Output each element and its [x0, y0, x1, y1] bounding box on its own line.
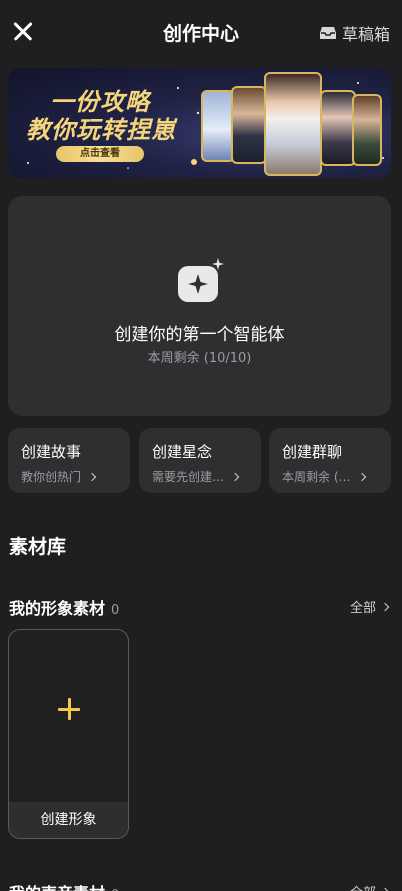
quick-action-subtitle-row: 本周剩余 (…	[282, 468, 391, 485]
character-card-image	[264, 72, 322, 176]
quick-action-subtitle: 本周剩余 (…	[282, 470, 351, 484]
chevron-right-icon	[230, 472, 240, 481]
chevron-right-icon	[357, 472, 366, 481]
banner-view-button[interactable]: 点击查看	[56, 146, 144, 162]
chevron-right-icon	[87, 472, 97, 481]
create-image-label: 创建形象	[9, 802, 128, 838]
quick-action-subtitle: 需要先创建…	[152, 470, 225, 484]
inbox-icon	[319, 27, 336, 39]
voice-assets-header: 我的声音素材 0	[9, 880, 119, 891]
image-assets-header: 我的形象素材 0	[9, 595, 119, 619]
chevron-right-icon	[380, 602, 390, 611]
quick-action-title: 创建故事	[21, 443, 82, 461]
see-all-label: 全部	[350, 882, 376, 891]
create-story-button[interactable]: 创建故事 教你创热门	[8, 428, 130, 493]
library-title: 素材库	[9, 536, 67, 558]
drafts-button[interactable]: 草稿箱	[319, 21, 390, 45]
quick-action-title: 创建群聊	[282, 443, 343, 461]
chevron-right-icon	[380, 887, 390, 891]
top-bar: 创作中心 草稿箱	[0, 0, 402, 62]
plus-icon	[58, 698, 80, 720]
quick-action-subtitle: 教你创热门	[21, 470, 82, 484]
voice-assets-see-all[interactable]: 全部	[350, 882, 390, 891]
guide-banner[interactable]: 一份攻略 教你玩转捏崽 点击查看	[8, 68, 391, 178]
banner-subheadline: 教你玩转捏崽	[26, 116, 176, 144]
weekly-quota: 本周剩余 (10/10)	[147, 351, 252, 366]
quick-action-subtitle-row: 教你创热门	[21, 468, 130, 485]
create-agent-title: 创建你的第一个智能体	[114, 325, 285, 345]
quick-action-title: 创建星念	[152, 443, 213, 461]
image-assets-see-all[interactable]: 全部	[349, 597, 390, 616]
create-group-chat-button[interactable]: 创建群聊 本周剩余 (…	[269, 428, 391, 493]
character-card-image	[320, 90, 356, 166]
sparkle-icon	[178, 258, 224, 302]
create-agent-card[interactable]: 创建你的第一个智能体 本周剩余 (10/10)	[8, 196, 391, 416]
image-assets-title: 我的形象素材	[9, 599, 106, 618]
character-card-image	[231, 86, 267, 164]
create-star-button[interactable]: 创建星念 需要先创建…	[139, 428, 261, 493]
voice-assets-title: 我的声音素材	[9, 880, 105, 891]
character-card-image	[352, 94, 382, 166]
drafts-label: 草稿箱	[341, 25, 390, 44]
create-image-tile[interactable]: 创建形象	[8, 629, 129, 839]
see-all-label: 全部	[349, 601, 376, 616]
quick-action-subtitle-row: 需要先创建…	[152, 468, 261, 485]
character-card-image	[201, 90, 235, 162]
image-assets-count: 0	[111, 603, 120, 618]
